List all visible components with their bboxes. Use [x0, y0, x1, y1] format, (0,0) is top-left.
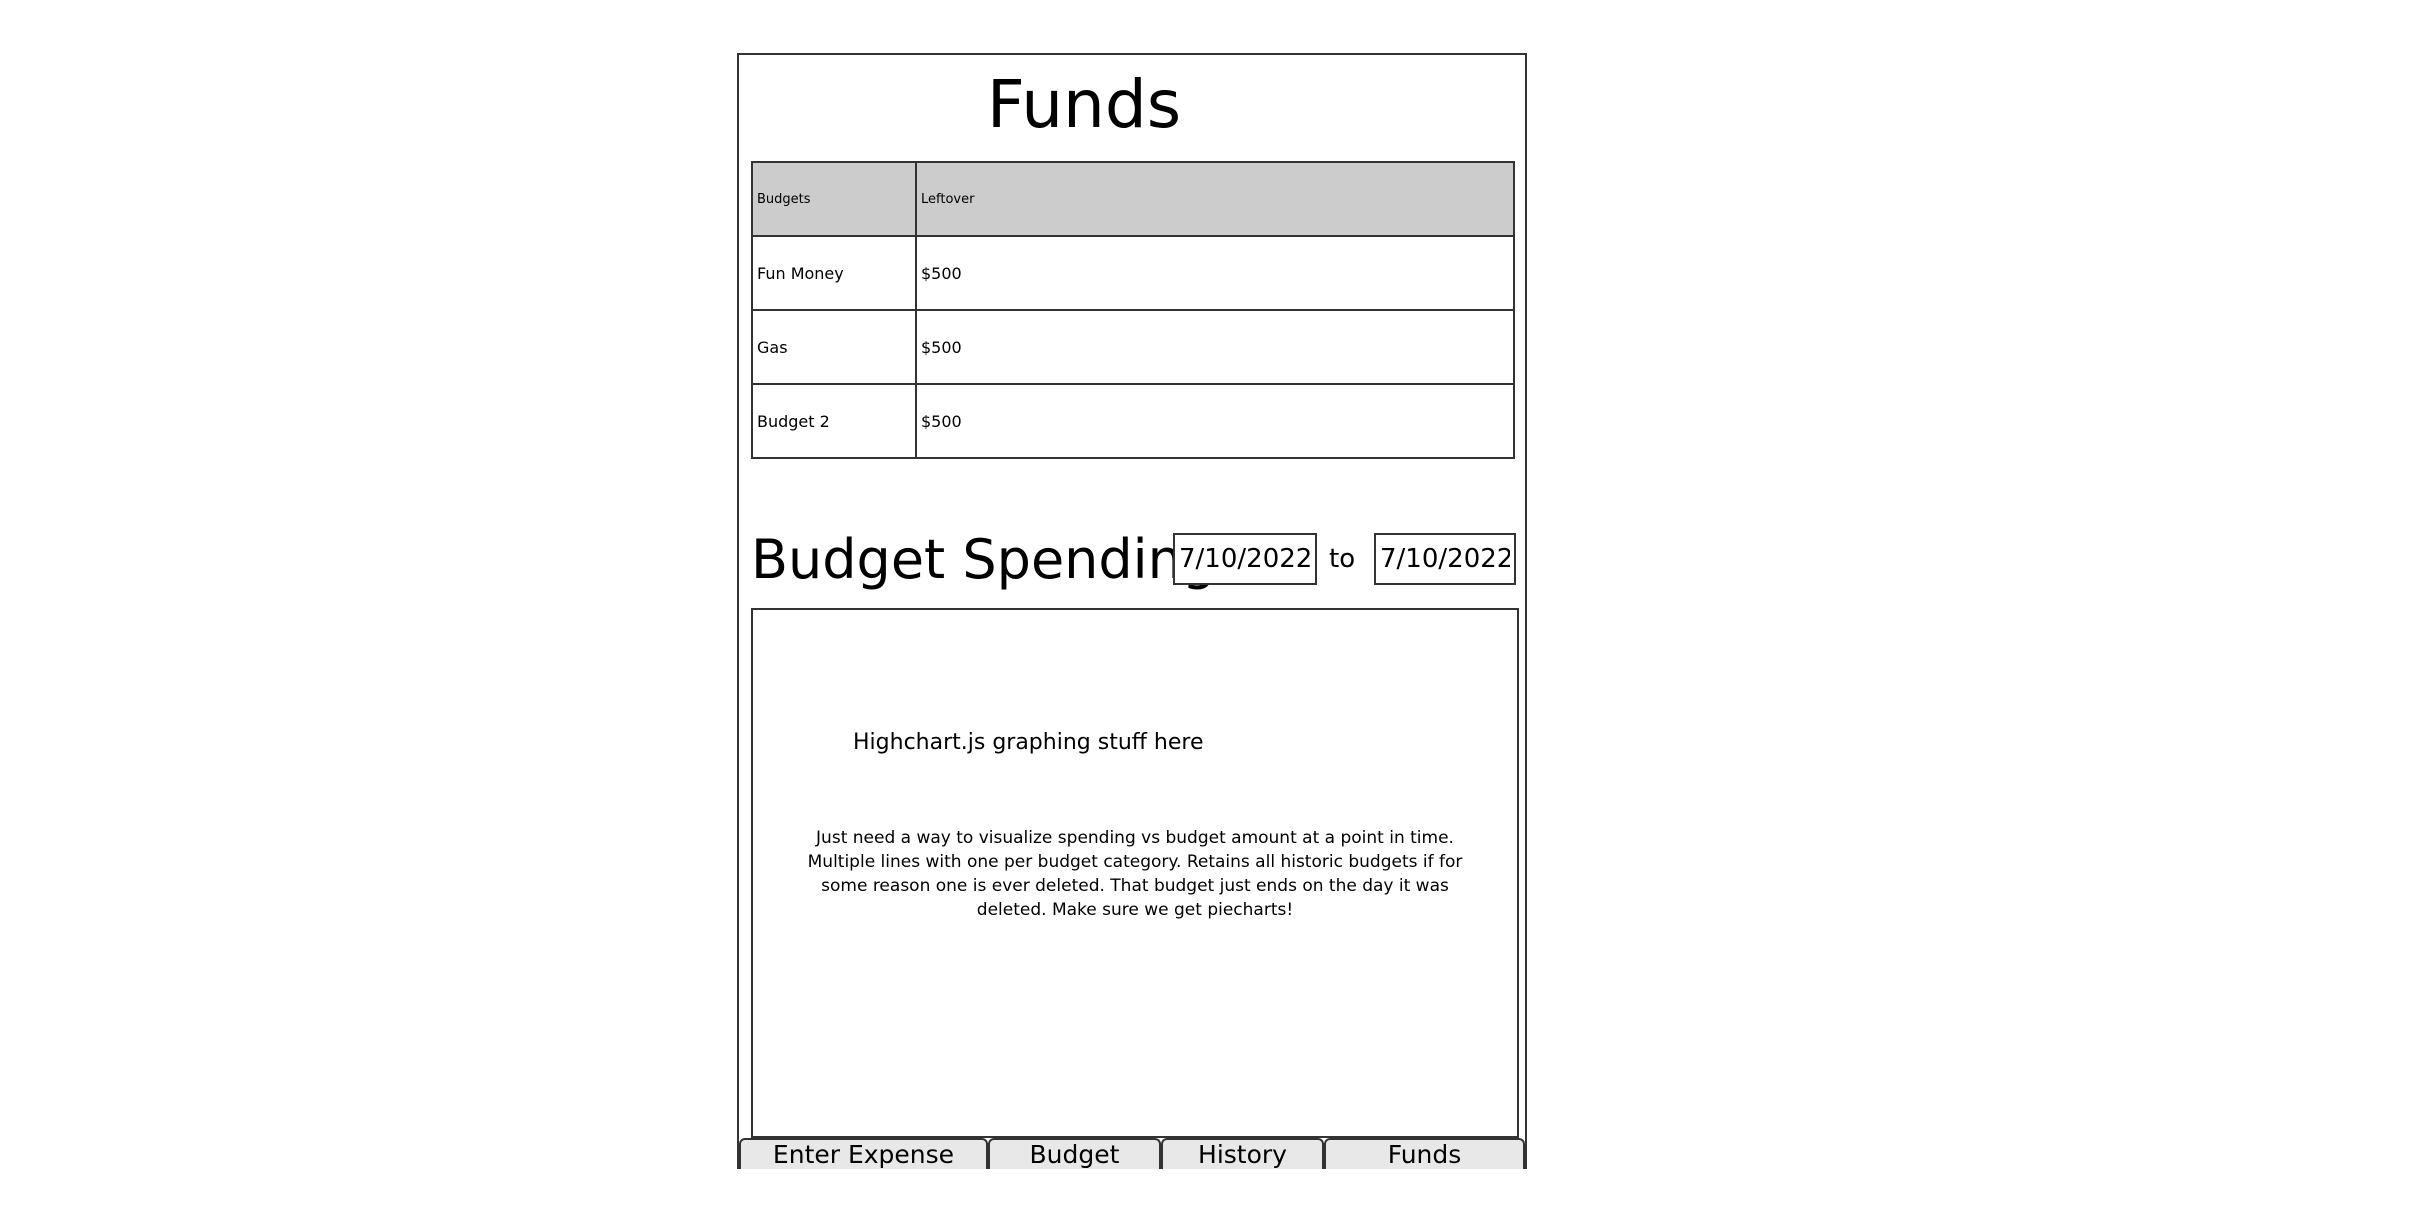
budget-name-cell: Budget 2	[751, 383, 917, 459]
tab-budget[interactable]: Budget	[988, 1138, 1161, 1169]
budget-name-cell: Fun Money	[751, 235, 917, 311]
column-header-leftover: Leftover	[915, 161, 1515, 237]
tab-history[interactable]: History	[1161, 1138, 1324, 1169]
table-row[interactable]: Gas $500	[751, 309, 1515, 385]
column-header-budgets: Budgets	[751, 161, 917, 237]
leftover-amount-cell: $500	[915, 309, 1515, 385]
chart-placeholder-area: Highchart.js graphing stuff here Just ne…	[751, 608, 1519, 1138]
start-date-input[interactable]	[1173, 533, 1317, 585]
date-range-separator: to	[1329, 544, 1356, 574]
tab-enter-expense[interactable]: Enter Expense	[739, 1138, 988, 1169]
leftover-amount-cell: $500	[915, 383, 1515, 459]
table-header-row: Budgets Leftover	[751, 161, 1515, 237]
table-row[interactable]: Fun Money $500	[751, 235, 1515, 311]
budget-name-cell: Gas	[751, 309, 917, 385]
chart-placeholder-text: Highchart.js graphing stuff here	[853, 730, 1204, 755]
tab-funds[interactable]: Funds	[1324, 1138, 1525, 1169]
budget-spending-heading: Budget Spending	[751, 528, 1217, 591]
funds-table: Budgets Leftover Fun Money $500 Gas $500…	[751, 161, 1515, 459]
chart-requirements-note: Just need a way to visualize spending vs…	[807, 828, 1463, 920]
page-title: Funds	[986, 66, 1182, 143]
end-date-input[interactable]	[1374, 533, 1516, 585]
table-row[interactable]: Budget 2 $500	[751, 383, 1515, 459]
bottom-tab-bar: Enter Expense Budget History Funds	[739, 1138, 1525, 1169]
app-frame: Funds Budgets Leftover Fun Money $500 Ga…	[737, 53, 1527, 1169]
leftover-amount-cell: $500	[915, 235, 1515, 311]
